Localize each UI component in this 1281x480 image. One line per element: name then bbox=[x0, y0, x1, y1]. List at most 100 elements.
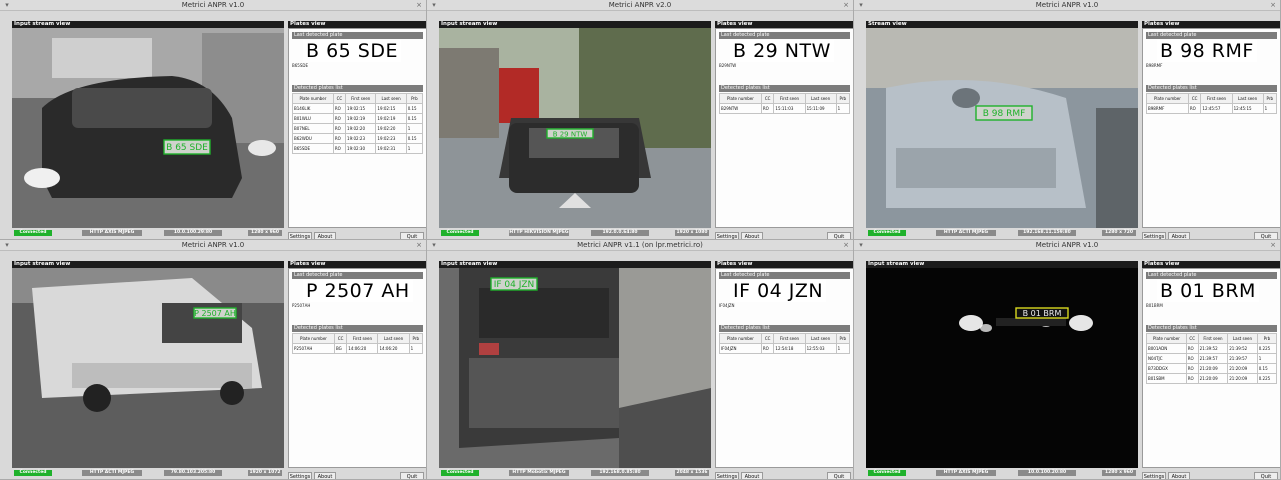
table-cell: 21:39:52 bbox=[1197, 343, 1229, 354]
camera-frame: B 65 SDE bbox=[12, 28, 284, 228]
column-header[interactable]: Last seen bbox=[1231, 93, 1264, 104]
stream-view-label: Input stream view bbox=[439, 21, 711, 28]
settings-button[interactable]: Settings bbox=[1142, 472, 1166, 479]
window-title: Metrici ANPR v1.0 bbox=[854, 0, 1280, 11]
stream-resolution: 1280 x 960 bbox=[248, 230, 282, 236]
table-row[interactable]: B73DDGX RO 21:20:09 21:20:09 0.15 bbox=[1146, 363, 1278, 374]
connection-status: Connected bbox=[441, 470, 479, 476]
window-menu-icon[interactable]: ▾ bbox=[430, 1, 438, 9]
column-header[interactable]: First seen bbox=[773, 333, 806, 344]
window-title: Metrici ANPR v1.1 (on lpr.metrici.ro) bbox=[427, 240, 853, 251]
close-icon[interactable]: × bbox=[1269, 1, 1277, 9]
column-header[interactable]: Plate number bbox=[719, 333, 762, 344]
table-cell: B29NTW bbox=[719, 103, 762, 114]
column-header[interactable]: Plate number bbox=[1146, 333, 1187, 344]
column-header[interactable]: Last seen bbox=[804, 333, 837, 344]
table-row[interactable]: IF04JZN RO 12:54:18 12:55:03 1 bbox=[719, 343, 851, 354]
column-header[interactable]: Prb bbox=[835, 333, 851, 344]
table-row[interactable]: B62WDU RO 19:02:23 19:02:23 0.15 bbox=[292, 133, 424, 144]
window-menu-icon[interactable]: ▾ bbox=[3, 241, 11, 249]
column-header[interactable]: Last seen bbox=[377, 333, 410, 344]
table-header-row: Plate number CC First seen Last seen Prb bbox=[292, 333, 424, 344]
window-menu-icon[interactable]: ▾ bbox=[430, 241, 438, 249]
table-row[interactable]: B01SBM RO 21:20:09 21:20:09 0.225 bbox=[1146, 373, 1278, 384]
about-button[interactable]: About bbox=[741, 472, 763, 479]
table-cell: 12:45:57 bbox=[1200, 103, 1233, 114]
column-header[interactable]: Last seen bbox=[1227, 333, 1258, 344]
window-menu-icon[interactable]: ▾ bbox=[857, 241, 865, 249]
stream-view-label: Input stream view bbox=[439, 261, 711, 268]
close-icon[interactable]: × bbox=[842, 1, 850, 9]
column-header[interactable]: Plate number bbox=[1146, 93, 1189, 104]
table-row[interactable]: B001ADN RO 21:39:52 21:39:52 0.225 bbox=[1146, 343, 1278, 354]
column-header[interactable]: Last seen bbox=[804, 93, 837, 104]
quit-button[interactable]: Quit bbox=[827, 232, 851, 239]
table-row[interactable]: B146LIK RO 19:02:15 19:02:15 0.15 bbox=[292, 103, 424, 114]
column-header[interactable]: First seen bbox=[346, 333, 379, 344]
column-header[interactable]: CC bbox=[1187, 93, 1202, 104]
table-row[interactable]: B65SDE RO 19:02:30 19:02:31 1 bbox=[292, 143, 424, 154]
column-header[interactable]: CC bbox=[760, 93, 775, 104]
column-header[interactable]: Prb bbox=[1256, 333, 1278, 344]
table-cell: IF04JZN bbox=[719, 343, 762, 354]
column-header[interactable]: First seen bbox=[345, 93, 377, 104]
close-icon[interactable]: × bbox=[1269, 241, 1277, 249]
column-header[interactable]: First seen bbox=[1200, 93, 1233, 104]
plates-panel: Last detected plate B 29 NTW B29NTW Dete… bbox=[715, 28, 853, 228]
quit-button[interactable]: Quit bbox=[1254, 472, 1278, 479]
settings-button[interactable]: Settings bbox=[715, 472, 739, 479]
table-cell: B01SBM bbox=[1146, 373, 1187, 384]
column-header[interactable]: First seen bbox=[1197, 333, 1229, 344]
stream-protocol: HTTP AXIS MJPEG bbox=[936, 470, 996, 476]
camera-stream-view: B 98 RMF bbox=[866, 28, 1138, 228]
detected-plates-table: Plate number CC First seen Last seen Prb IF04… bbox=[719, 333, 851, 354]
settings-button[interactable]: Settings bbox=[288, 472, 312, 479]
table-cell: 21:20:09 bbox=[1197, 363, 1229, 374]
column-header[interactable]: Prb bbox=[408, 333, 424, 344]
quit-button[interactable]: Quit bbox=[400, 472, 424, 479]
column-header[interactable]: Plate number bbox=[292, 333, 335, 344]
column-header[interactable]: CC bbox=[333, 333, 348, 344]
quit-button[interactable]: Quit bbox=[827, 472, 851, 479]
table-row[interactable]: B01WLU RO 19:02:19 19:02:19 0.15 bbox=[292, 113, 424, 124]
table-row[interactable]: P2507AH BG 14:06:20 14:06:20 1 bbox=[292, 343, 424, 354]
column-header[interactable]: Last seen bbox=[375, 93, 407, 104]
table-row[interactable]: B29NTW RO 15:11:03 15:11:09 1 bbox=[719, 103, 851, 114]
close-icon[interactable]: × bbox=[842, 241, 850, 249]
about-button[interactable]: About bbox=[741, 232, 763, 239]
table-row[interactable]: B98RMF RO 12:45:57 12:45:15 1 bbox=[1146, 103, 1278, 114]
column-header[interactable]: CC bbox=[332, 93, 347, 104]
close-icon[interactable]: × bbox=[415, 1, 423, 9]
window-menu-icon[interactable]: ▾ bbox=[857, 1, 865, 9]
last-detected-plate: B 29 NTW bbox=[730, 40, 834, 62]
column-header[interactable]: First seen bbox=[773, 93, 806, 104]
about-button[interactable]: About bbox=[1168, 232, 1190, 239]
close-icon[interactable]: × bbox=[415, 241, 423, 249]
column-header[interactable]: Prb bbox=[1262, 93, 1278, 104]
quit-button[interactable]: Quit bbox=[1254, 232, 1278, 239]
table-header-row: Plate number CC First seen Last seen Prb bbox=[719, 93, 851, 104]
settings-button[interactable]: Settings bbox=[1142, 232, 1166, 239]
window-menu-icon[interactable]: ▾ bbox=[3, 1, 11, 9]
status-bar: Connected HTTP Mobotix MJPEG 192.168.0.85:… bbox=[439, 470, 711, 476]
column-header[interactable]: CC bbox=[760, 333, 775, 344]
about-button[interactable]: About bbox=[314, 232, 336, 239]
table-row[interactable]: B07NEL RO 19:02:20 19:02:20 1 bbox=[292, 123, 424, 134]
table-cell: 14:06:20 bbox=[377, 343, 410, 354]
quit-button[interactable]: Quit bbox=[400, 232, 424, 239]
about-button[interactable]: About bbox=[314, 472, 336, 479]
column-header[interactable]: Plate number bbox=[719, 93, 762, 104]
table-cell: 1 bbox=[835, 103, 851, 114]
table-row[interactable]: N04TJC RO 21:39:57 21:39:57 1 bbox=[1146, 353, 1278, 364]
column-header[interactable]: Plate number bbox=[292, 93, 334, 104]
camera-address: 10.0.100.20:80 bbox=[1018, 470, 1076, 476]
camera-address: 10.0.100.29:80 bbox=[164, 230, 222, 236]
column-header[interactable]: Prb bbox=[835, 93, 851, 104]
window-title: Metrici ANPR v1.0 bbox=[854, 240, 1280, 251]
detected-plate-overlay: B 29 NTW bbox=[553, 131, 588, 139]
column-header[interactable]: Prb bbox=[405, 93, 424, 104]
about-button[interactable]: About bbox=[1168, 472, 1190, 479]
settings-button[interactable]: Settings bbox=[288, 232, 312, 239]
column-header[interactable]: CC bbox=[1185, 333, 1199, 344]
settings-button[interactable]: Settings bbox=[715, 232, 739, 239]
